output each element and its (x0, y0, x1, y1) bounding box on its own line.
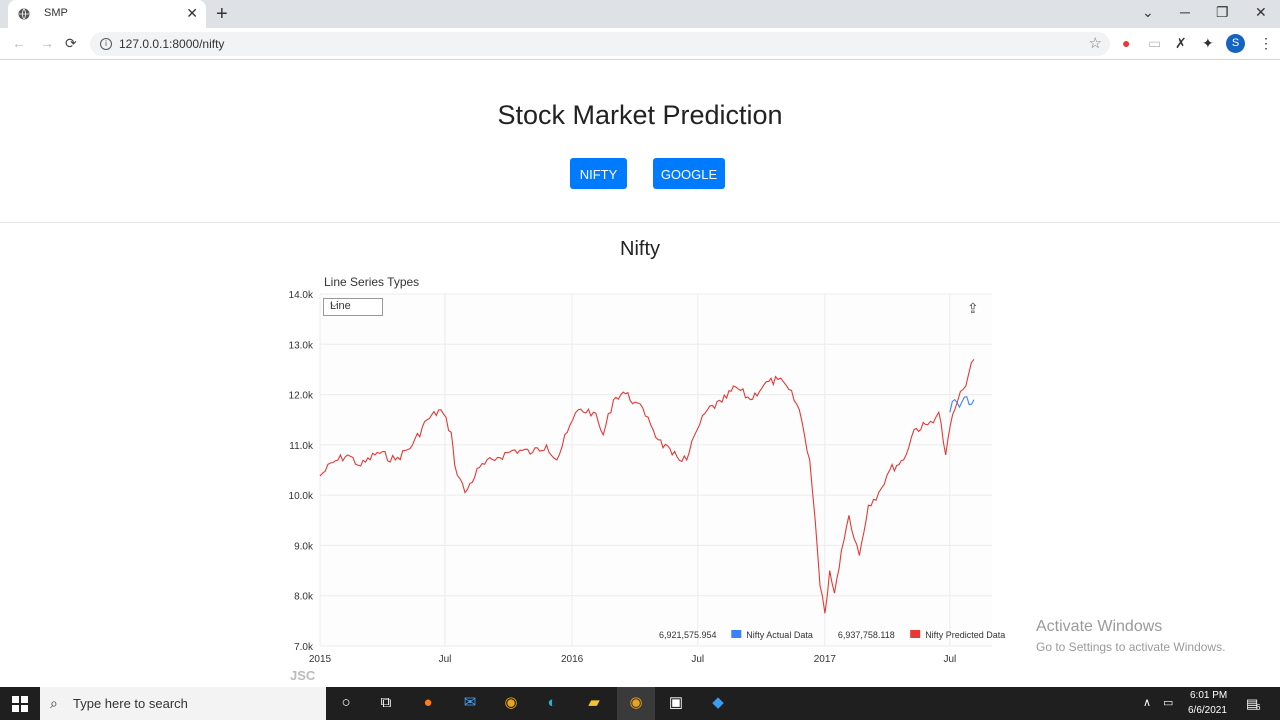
vscode-icon[interactable]: ◆ (708, 693, 728, 713)
windows-start-icon[interactable] (12, 696, 28, 712)
legend-swatch (731, 630, 742, 638)
y-tick-label: 8.0k (294, 592, 314, 603)
y-tick-label: 13.0k (289, 340, 314, 351)
chart-watermark: JSC (290, 668, 316, 683)
chrome-active-icon[interactable]: ◉ (626, 693, 646, 713)
x-tick-label: Jul (439, 654, 452, 665)
y-tick-label: 12.0k (289, 391, 314, 402)
edge-icon[interactable]: ◐ (542, 693, 562, 713)
x-tick-label: 2015 (309, 654, 332, 665)
legend-value: 6,937,758.118 (838, 630, 895, 640)
legend-value: 6,921,575.954 (659, 630, 717, 640)
battery-icon[interactable]: ▭ (1163, 696, 1173, 709)
nifty-chart: 14.0k13.0k12.0k11.0k10.0k9.0k8.0k7.0k201… (289, 290, 1006, 665)
search-icon: ⌕ (50, 695, 58, 711)
legend-swatch (910, 630, 921, 638)
series-type-select[interactable]: Line ⌵ (323, 298, 383, 316)
y-tick-label: 7.0k (294, 642, 314, 653)
y-tick-label: 10.0k (289, 491, 314, 502)
taskbar-time[interactable]: 6:01 PM (1190, 690, 1227, 701)
terminal-icon[interactable]: ▣ (666, 693, 686, 713)
task-view-icon[interactable]: ⧉ (376, 693, 396, 713)
series-types-label: Line Series Types (324, 275, 420, 289)
taskbar-date[interactable]: 6/6/2021 (1188, 705, 1227, 716)
x-tick-label: 2017 (814, 654, 837, 665)
activate-windows-subtitle: Go to Settings to activate Windows. (1036, 640, 1226, 654)
notification-count: 6 (1256, 703, 1261, 712)
x-tick-label: Jul (943, 654, 956, 665)
taskbar-search-box[interactable]: ⌕ Type here to search (40, 687, 326, 720)
mail-icon[interactable]: ✉ (460, 693, 480, 713)
firefox-icon[interactable]: ● (418, 693, 438, 713)
file-explorer-icon[interactable]: ▰ (584, 693, 604, 713)
x-tick-label: 2016 (561, 654, 584, 665)
legend-label: Nifty Predicted Data (925, 630, 1005, 640)
plot-area (320, 294, 992, 646)
chrome-icon[interactable]: ◉ (501, 693, 521, 713)
y-tick-label: 11.0k (289, 441, 314, 452)
export-icon[interactable]: ⇪ (967, 300, 979, 317)
windows-taskbar: ⌕ Type here to search ○ ⧉ ● ✉ ◉ ◐ ▰ ◉ ▣ … (0, 687, 1280, 720)
x-tick-label: Jul (691, 654, 704, 665)
legend-label: Nifty Actual Data (746, 630, 813, 640)
tray-chevron-icon[interactable]: ∧ (1143, 696, 1151, 709)
y-tick-label: 14.0k (289, 290, 314, 301)
activate-windows-title: Activate Windows (1036, 618, 1163, 635)
chevron-down-icon: ⌵ (330, 298, 339, 310)
cortana-icon[interactable]: ○ (336, 693, 356, 713)
taskbar-search-placeholder: Type here to search (73, 696, 188, 711)
y-tick-label: 9.0k (294, 541, 314, 552)
